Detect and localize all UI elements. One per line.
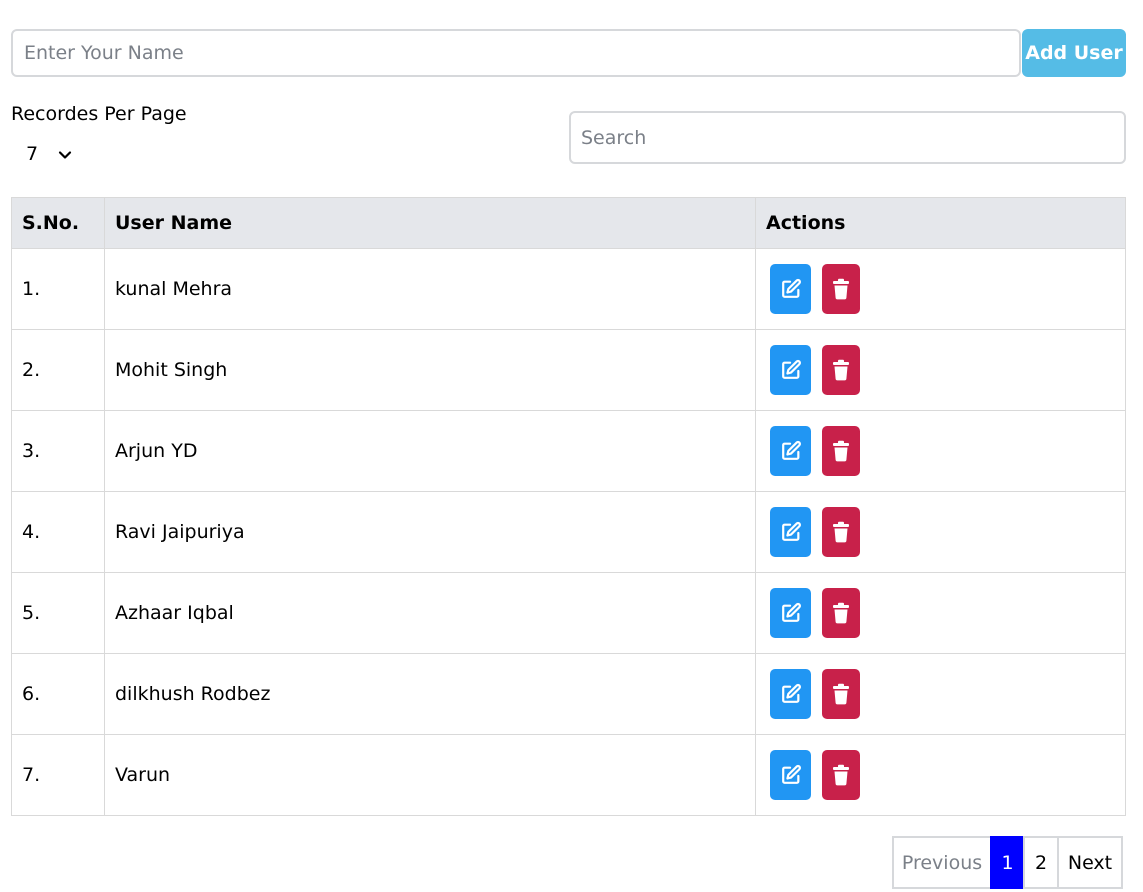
- row-user-name: Mohit Singh: [104, 329, 756, 411]
- users-table: S.No. User Name Actions 1. kunal Mehra 2. M…: [11, 197, 1126, 816]
- delete-button[interactable]: [822, 345, 860, 395]
- records-per-page-label: Recordes Per Page: [11, 103, 187, 125]
- previous-page-button[interactable]: Previous: [892, 836, 992, 889]
- edit-icon: [780, 359, 802, 381]
- table-row: 2. Mohit Singh: [11, 329, 1126, 411]
- edit-icon: [780, 764, 802, 786]
- page-1-button[interactable]: 1: [990, 836, 1025, 889]
- row-sno: 1.: [11, 248, 105, 330]
- chevron-down-icon: [58, 147, 72, 161]
- edit-button[interactable]: [770, 669, 811, 719]
- edit-icon: [780, 683, 802, 705]
- row-user-name: Azhaar Iqbal: [104, 572, 756, 654]
- row-actions: [755, 572, 1126, 654]
- table-row: 3. Arjun YD: [11, 410, 1126, 492]
- row-user-name: kunal Mehra: [104, 248, 756, 330]
- row-actions: [755, 329, 1126, 411]
- table-row: 4. Ravi Jaipuriya: [11, 491, 1126, 573]
- search-input[interactable]: [569, 111, 1126, 164]
- row-sno: 5.: [11, 572, 105, 654]
- row-user-name: dilkhush Rodbez: [104, 653, 756, 735]
- row-actions: [755, 248, 1126, 330]
- table-row: 6. dilkhush Rodbez: [11, 653, 1126, 735]
- edit-icon: [780, 602, 802, 624]
- edit-button[interactable]: [770, 264, 811, 314]
- row-sno: 7.: [11, 734, 105, 816]
- trash-icon: [832, 440, 850, 462]
- edit-button[interactable]: [770, 426, 811, 476]
- add-user-button[interactable]: Add User: [1022, 29, 1126, 77]
- name-input[interactable]: [11, 29, 1021, 77]
- delete-button[interactable]: [822, 750, 860, 800]
- delete-button[interactable]: [822, 669, 860, 719]
- row-actions: [755, 491, 1126, 573]
- row-actions: [755, 410, 1126, 492]
- table-header-row: S.No. User Name Actions: [11, 197, 1126, 249]
- edit-icon: [780, 278, 802, 300]
- trash-icon: [832, 683, 850, 705]
- delete-button[interactable]: [822, 264, 860, 314]
- table-row: 5. Azhaar Iqbal: [11, 572, 1126, 654]
- edit-button[interactable]: [770, 750, 811, 800]
- next-page-button[interactable]: Next: [1057, 836, 1123, 889]
- table-row: 1. kunal Mehra: [11, 248, 1126, 330]
- header-sno: S.No.: [11, 197, 105, 249]
- edit-button[interactable]: [770, 507, 811, 557]
- trash-icon: [832, 359, 850, 381]
- row-actions: [755, 653, 1126, 735]
- row-sno: 3.: [11, 410, 105, 492]
- row-user-name: Arjun YD: [104, 410, 756, 492]
- trash-icon: [832, 602, 850, 624]
- trash-icon: [832, 521, 850, 543]
- row-sno: 4.: [11, 491, 105, 573]
- row-user-name: Ravi Jaipuriya: [104, 491, 756, 573]
- records-per-page-select[interactable]: 7: [11, 138, 81, 170]
- edit-icon: [780, 521, 802, 543]
- edit-button[interactable]: [770, 345, 811, 395]
- page-2-button[interactable]: 2: [1023, 836, 1059, 889]
- trash-icon: [832, 278, 850, 300]
- edit-button[interactable]: [770, 588, 811, 638]
- delete-button[interactable]: [822, 507, 860, 557]
- user-management-page: Add User Recordes Per Page 7 S.No. User …: [0, 0, 1143, 892]
- records-per-page-value: 7: [26, 143, 39, 165]
- row-sno: 6.: [11, 653, 105, 735]
- header-actions: Actions: [755, 197, 1126, 249]
- pagination: Previous 1 2 Next: [892, 836, 1123, 889]
- trash-icon: [832, 764, 850, 786]
- delete-button[interactable]: [822, 588, 860, 638]
- row-user-name: Varun: [104, 734, 756, 816]
- row-sno: 2.: [11, 329, 105, 411]
- row-actions: [755, 734, 1126, 816]
- edit-icon: [780, 440, 802, 462]
- delete-button[interactable]: [822, 426, 860, 476]
- table-row: 7. Varun: [11, 734, 1126, 816]
- header-user-name: User Name: [104, 197, 756, 249]
